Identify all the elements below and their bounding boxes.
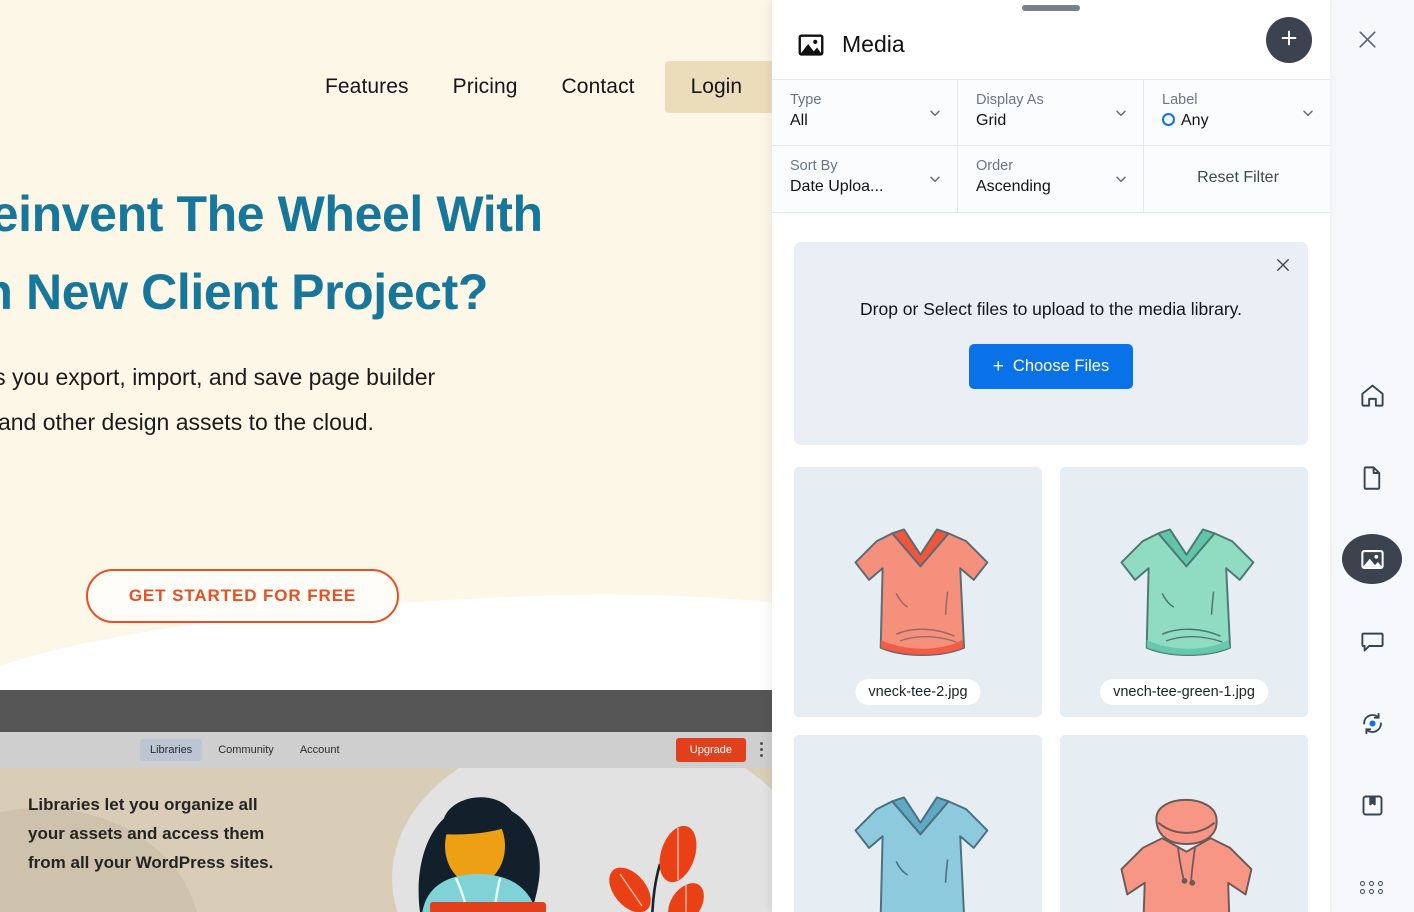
hero-paragraph-line-2: lates and other design assets to the clo… [0, 409, 374, 435]
media-panel-header: Media [772, 0, 1330, 79]
hoodie-thumbnail-icon [1102, 780, 1267, 912]
screenshot-tab-libraries: Libraries [140, 739, 202, 761]
rail-comment-button[interactable] [1342, 616, 1402, 666]
home-icon [1359, 382, 1386, 409]
hero-heading-line-2: ch New Client Project? [0, 253, 715, 331]
comment-icon [1359, 628, 1386, 655]
chevron-down-icon [927, 171, 943, 187]
filter-label-value-row: Any [1162, 112, 1314, 130]
chevron-down-icon [1113, 105, 1129, 121]
screenshot-tab-community: Community [208, 739, 284, 761]
media-item[interactable]: vneck-tee-2.jpg [794, 467, 1042, 717]
tee-thumbnail-icon [836, 780, 1001, 912]
filter-order-value: Ascending [976, 178, 1127, 196]
hero-paragraph-line-1: ro lets you export, import, and save pag… [0, 364, 435, 390]
plus-icon [1278, 27, 1300, 54]
website-preview: Features Pricing Contact Login Reinvent … [0, 0, 772, 912]
filter-type[interactable]: Type All [772, 80, 958, 146]
close-panel-button[interactable] [1351, 26, 1383, 58]
tee-thumbnail-icon [1102, 512, 1267, 672]
filter-label-value: Any [1181, 112, 1209, 129]
nav-item-login[interactable]: Login [665, 61, 772, 113]
media-panel-title-group: Media [796, 30, 905, 60]
rail-apps-button[interactable] [1342, 862, 1402, 912]
screenshot-kebab-icon [760, 742, 764, 760]
media-item-filename: vnech-tee-green-1.jpg [1100, 679, 1268, 705]
choose-files-label: Choose Files [1013, 357, 1109, 376]
media-item[interactable] [794, 735, 1042, 912]
embedded-app-screenshot: Libraries Community Account Upgrade Libr… [0, 690, 772, 912]
filter-sort-by-label: Sort By [790, 158, 941, 174]
close-icon [1274, 256, 1292, 279]
screenshot-upgrade-button: Upgrade [676, 738, 746, 762]
chevron-down-icon [1113, 171, 1129, 187]
filter-display-as-label: Display As [976, 92, 1127, 108]
get-started-button[interactable]: GET STARTED FOR FREE [86, 569, 399, 623]
add-media-button[interactable] [1266, 17, 1312, 63]
filter-sort-by-value: Date Uploa... [790, 178, 941, 196]
app-root: Features Pricing Contact Login Reinvent … [0, 0, 1414, 912]
apps-grid-icon [1360, 881, 1384, 894]
bookmark-icon [1359, 792, 1386, 819]
filter-display-as-value: Grid [976, 112, 1127, 130]
nav-item-features[interactable]: Features [303, 75, 431, 99]
revision-icon [1359, 710, 1386, 737]
rail-bookmark-button[interactable] [1342, 780, 1402, 830]
screenshot-browser-chrome [0, 690, 772, 732]
filter-sort-by[interactable]: Sort By Date Uploa... [772, 146, 958, 212]
rail-page-button[interactable] [1342, 452, 1402, 502]
screenshot-toolbar: Libraries Community Account Upgrade [0, 732, 772, 768]
page-icon [1359, 464, 1386, 491]
filter-label[interactable]: Label Any [1144, 80, 1330, 146]
rail-media-button[interactable] [1342, 534, 1402, 584]
site-navigation: Features Pricing Contact Login [0, 60, 772, 114]
media-item-filename: vneck-tee-2.jpg [855, 679, 980, 705]
filter-order-label: Order [976, 158, 1127, 174]
media-panel-title: Media [842, 31, 905, 58]
media-filters: Type All Display As Grid Label Any [772, 79, 1330, 213]
nav-item-pricing[interactable]: Pricing [431, 75, 540, 99]
screenshot-tab-account: Account [290, 739, 350, 761]
filter-type-label: Type [790, 92, 941, 108]
screenshot-content: Libraries let you organize all your asse… [0, 768, 772, 912]
dropzone-close-button[interactable] [1272, 256, 1294, 278]
media-item[interactable]: vnech-tee-green-1.jpg [1060, 467, 1308, 717]
image-icon [796, 30, 826, 60]
plant-illustration [590, 818, 710, 912]
filter-type-value: All [790, 112, 941, 130]
radio-ring-icon [1162, 113, 1175, 126]
upload-dropzone[interactable]: Drop or Select files to upload to the me… [794, 242, 1308, 445]
rail-revision-button[interactable] [1342, 698, 1402, 748]
filter-order[interactable]: Order Ascending [958, 146, 1144, 212]
person-laptop-illustration [360, 774, 620, 912]
choose-files-button[interactable]: + Choose Files [969, 344, 1133, 389]
media-grid: vneck-tee-2.jpg vnech-tee-green-1.jpg [794, 467, 1308, 912]
nav-item-contact[interactable]: Contact [540, 75, 657, 99]
screenshot-copy: Libraries let you organize all your asse… [28, 790, 298, 877]
plus-icon: + [993, 357, 1004, 376]
filter-display-as[interactable]: Display As Grid [958, 80, 1144, 146]
media-item[interactable] [1060, 735, 1308, 912]
tee-thumbnail-icon [836, 512, 1001, 672]
media-icon [1359, 546, 1386, 573]
close-icon [1355, 27, 1380, 57]
rail-home-button[interactable] [1342, 370, 1402, 420]
chevron-down-icon [1300, 105, 1316, 121]
hero-heading: Reinvent The Wheel With ch New Client Pr… [0, 175, 715, 331]
media-panel: Media Type All Display As Grid [772, 0, 1330, 912]
reset-filter-button[interactable]: Reset Filter [1144, 146, 1330, 212]
chevron-down-icon [927, 105, 943, 121]
hero-heading-line-1: Reinvent The Wheel With [0, 186, 543, 242]
right-toolbar-rail [1330, 0, 1414, 912]
dropzone-text: Drop or Select files to upload to the me… [860, 299, 1242, 320]
filter-label-label: Label [1162, 92, 1314, 108]
hero-paragraph: ro lets you export, import, and save pag… [0, 355, 703, 445]
